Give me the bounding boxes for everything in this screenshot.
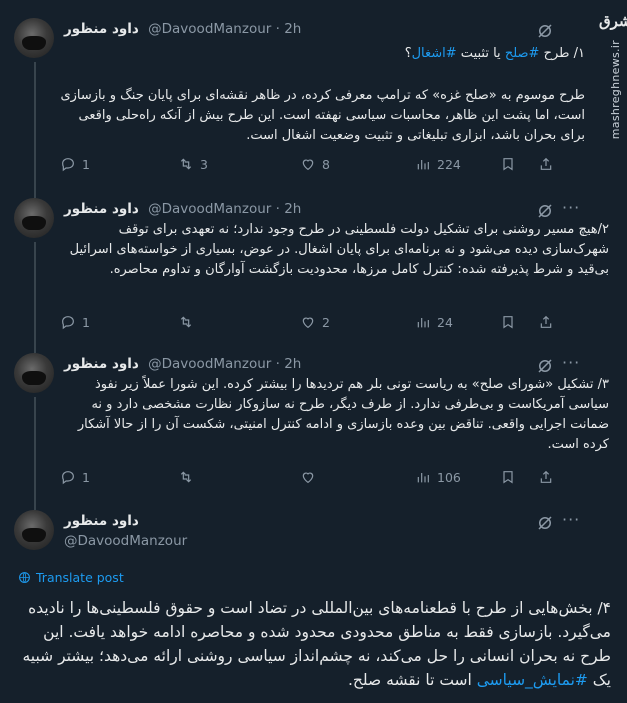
tweet-text: طرح موسوم به «صلح غزه» که ترامپ معرفی کر… bbox=[60, 88, 585, 143]
bookmark-button[interactable] bbox=[500, 156, 516, 172]
tweet-header: داود منظور @DavoodManzour · 2h bbox=[64, 21, 302, 37]
like-icon bbox=[302, 317, 314, 329]
avatar[interactable] bbox=[14, 353, 54, 393]
retweet-icon bbox=[180, 471, 192, 483]
share-button[interactable] bbox=[538, 314, 554, 330]
hashtag-link[interactable]: #صلح bbox=[505, 46, 540, 61]
like-icon bbox=[302, 472, 314, 484]
more-icon[interactable]: ··· bbox=[562, 198, 580, 217]
action-bar: 1 3 8 224 bbox=[60, 156, 552, 176]
tweet-text: ۲/هیچ مسیر روشنی برای تشکیل دولت فلسطینی… bbox=[69, 222, 609, 277]
hashtag-link[interactable]: #نمایش_سیاسی bbox=[477, 671, 588, 689]
author-handle[interactable]: @DavoodManzour bbox=[148, 356, 271, 372]
timestamp[interactable]: 2h bbox=[284, 21, 301, 37]
grok-icon[interactable] bbox=[536, 514, 554, 532]
tweet-header: داود منظور @DavoodManzour · 2h bbox=[64, 201, 302, 217]
views-button[interactable]: 224 bbox=[415, 156, 461, 172]
globe-icon bbox=[19, 572, 30, 583]
author-name[interactable]: داود منظور bbox=[64, 513, 187, 529]
hashtag-link[interactable]: #اشغال bbox=[412, 46, 457, 61]
tweet-header: داود منظور @DavoodManzour bbox=[64, 513, 187, 549]
like-count: 2 bbox=[322, 314, 330, 330]
reply-count: 1 bbox=[82, 469, 90, 485]
reply-button[interactable]: 1 bbox=[60, 469, 90, 485]
reply-button[interactable]: 1 bbox=[60, 314, 90, 330]
timestamp[interactable]: 2h bbox=[284, 356, 301, 372]
share-icon bbox=[540, 157, 552, 170]
views-button[interactable]: 106 bbox=[415, 469, 461, 485]
share-icon bbox=[540, 470, 552, 483]
bookmark-icon bbox=[503, 158, 513, 171]
thread-line bbox=[34, 345, 36, 353]
thread-line bbox=[34, 500, 36, 510]
tweet-text: ۳/ تشکیل «شورای صلح» به ریاست تونی بلر ه… bbox=[77, 377, 609, 452]
views-count: 224 bbox=[437, 156, 461, 172]
share-button[interactable] bbox=[538, 469, 554, 485]
views-icon bbox=[417, 473, 429, 483]
tweet-text: ۴/ بخش‌هایی از طرح با قطعنامه‌های بین‌ال… bbox=[22, 599, 611, 689]
reply-count: 1 bbox=[82, 156, 90, 172]
bookmark-button[interactable] bbox=[500, 314, 516, 330]
share-icon bbox=[540, 315, 552, 328]
retweet-icon bbox=[180, 316, 192, 328]
tweet-3[interactable]: داود منظور @DavoodManzour · 2h ··· ۳/ تش… bbox=[0, 345, 627, 500]
translate-post-link[interactable]: Translate post bbox=[18, 570, 124, 585]
action-bar: 1 2 24 bbox=[60, 314, 552, 334]
share-button[interactable] bbox=[538, 156, 554, 172]
thread-line bbox=[34, 190, 36, 198]
author-name[interactable]: داود منظور bbox=[64, 356, 139, 372]
views-icon bbox=[417, 160, 429, 170]
bookmark-button[interactable] bbox=[500, 469, 516, 485]
reply-icon bbox=[62, 316, 74, 330]
thread-line bbox=[34, 397, 36, 500]
author-handle[interactable]: @DavoodManzour bbox=[148, 201, 271, 217]
tweet-title: ۱/ طرح #صلح یا تثبیت #اشغال؟ bbox=[404, 46, 585, 61]
tweet-1[interactable]: داود منظور @DavoodManzour · 2h ۱/ طرح #ص… bbox=[0, 0, 627, 190]
thread-line bbox=[34, 242, 36, 345]
bookmark-icon bbox=[503, 316, 513, 329]
like-button[interactable]: 8 bbox=[300, 156, 330, 172]
retweet-button[interactable] bbox=[178, 314, 200, 330]
avatar[interactable] bbox=[14, 510, 54, 550]
reply-icon bbox=[62, 158, 74, 172]
author-name[interactable]: داود منظور bbox=[64, 201, 139, 217]
more-icon[interactable]: ··· bbox=[562, 510, 580, 529]
like-button[interactable]: 2 bbox=[300, 314, 330, 330]
views-count: 24 bbox=[437, 314, 453, 330]
author-handle[interactable]: @DavoodManzour bbox=[64, 533, 187, 549]
translate-label[interactable]: Translate post bbox=[36, 570, 124, 585]
timestamp[interactable]: 2h bbox=[284, 201, 301, 217]
author-handle[interactable]: @DavoodManzour bbox=[148, 21, 271, 37]
views-count: 106 bbox=[437, 469, 461, 485]
views-button[interactable]: 24 bbox=[415, 314, 453, 330]
grok-icon[interactable] bbox=[536, 22, 554, 40]
thread-line bbox=[34, 62, 36, 190]
grok-icon[interactable] bbox=[536, 202, 554, 220]
bookmark-icon bbox=[503, 471, 513, 484]
retweet-icon bbox=[180, 158, 192, 170]
views-icon bbox=[417, 318, 429, 328]
tweet-2[interactable]: داود منظور @DavoodManzour · 2h ··· ۲/هیچ… bbox=[0, 190, 627, 345]
grok-icon[interactable] bbox=[536, 357, 554, 375]
avatar[interactable] bbox=[14, 18, 54, 58]
avatar[interactable] bbox=[14, 198, 54, 238]
action-bar: 1 106 bbox=[60, 469, 552, 489]
reply-icon bbox=[62, 471, 74, 485]
more-icon[interactable]: ··· bbox=[562, 353, 580, 372]
reply-count: 1 bbox=[82, 314, 90, 330]
like-count: 8 bbox=[322, 156, 330, 172]
like-button[interactable] bbox=[300, 469, 322, 485]
like-icon bbox=[302, 159, 314, 171]
retweet-button[interactable]: 3 bbox=[178, 156, 208, 172]
retweet-count: 3 bbox=[200, 156, 208, 172]
reply-button[interactable]: 1 bbox=[60, 156, 90, 172]
author-name[interactable]: داود منظور bbox=[64, 21, 139, 37]
tweet-header: داود منظور @DavoodManzour · 2h bbox=[64, 356, 302, 372]
retweet-button[interactable] bbox=[178, 469, 200, 485]
